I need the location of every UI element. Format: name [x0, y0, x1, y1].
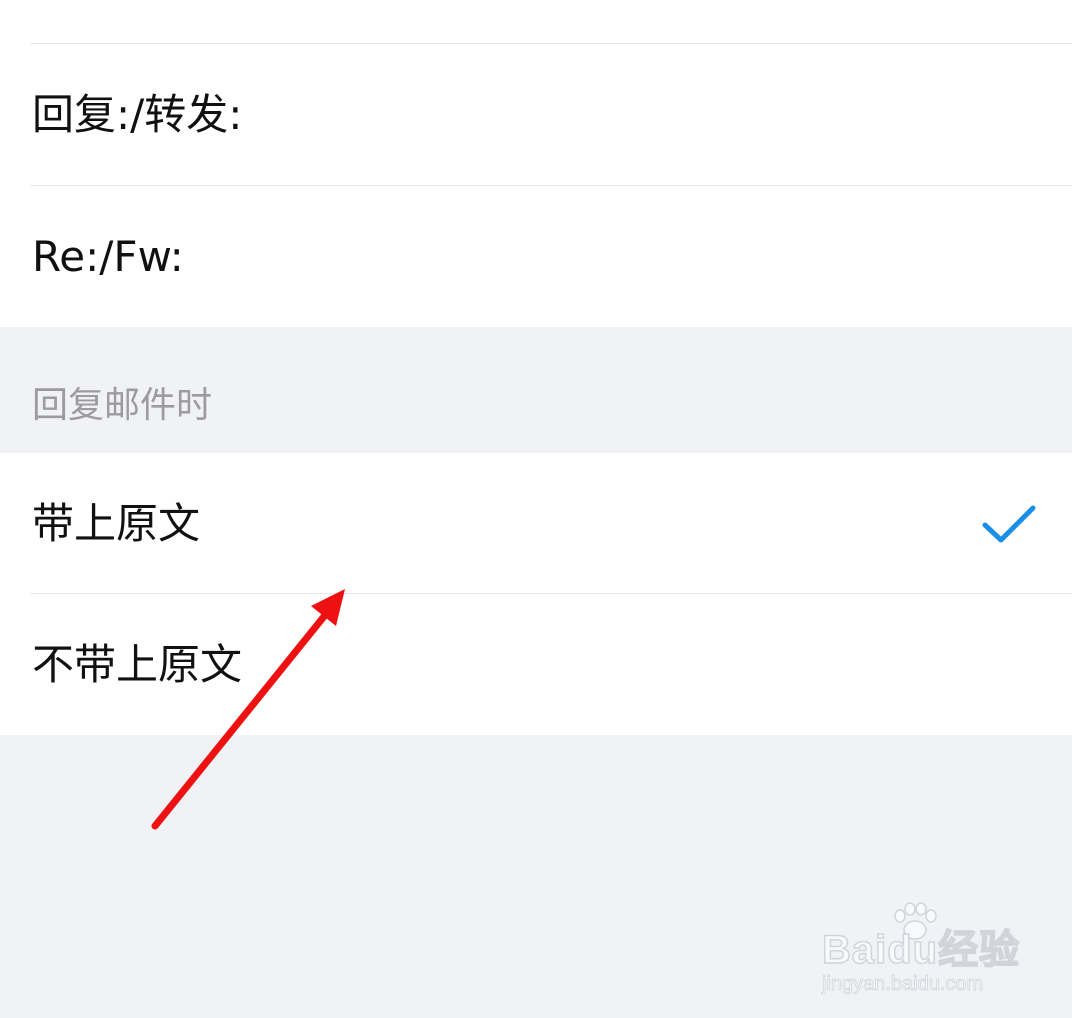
option-label: 带上原文 — [32, 498, 201, 548]
option-label: 不带上原文 — [32, 639, 243, 689]
option-row-include-original[interactable]: 带上原文 — [0, 453, 1072, 594]
option-label: Re:/Fw: — [32, 231, 184, 281]
option-row-english-prefix[interactable]: Re:/Fw: — [0, 186, 1072, 327]
reply-options-group: 带上原文 不带上原文 — [0, 453, 1072, 735]
checkmark-icon — [982, 505, 1036, 542]
section-header-reply: 回复邮件时 — [32, 385, 213, 426]
baidu-jingyan-watermark: Baidu经验 jingyan.baidu.com — [821, 902, 1022, 1002]
watermark-logo-text: Baidu经验 — [821, 928, 1021, 972]
option-row-exclude-original[interactable]: 不带上原文 — [0, 594, 1072, 735]
option-label: 回复:/转发: — [32, 89, 243, 139]
option-row-chinese-prefix[interactable]: 回复:/转发: — [0, 44, 1072, 185]
watermark-url: jingyan.baidu.com — [822, 973, 984, 995]
prefix-options-group: 回复:/转发: Re:/Fw: — [0, 0, 1072, 327]
